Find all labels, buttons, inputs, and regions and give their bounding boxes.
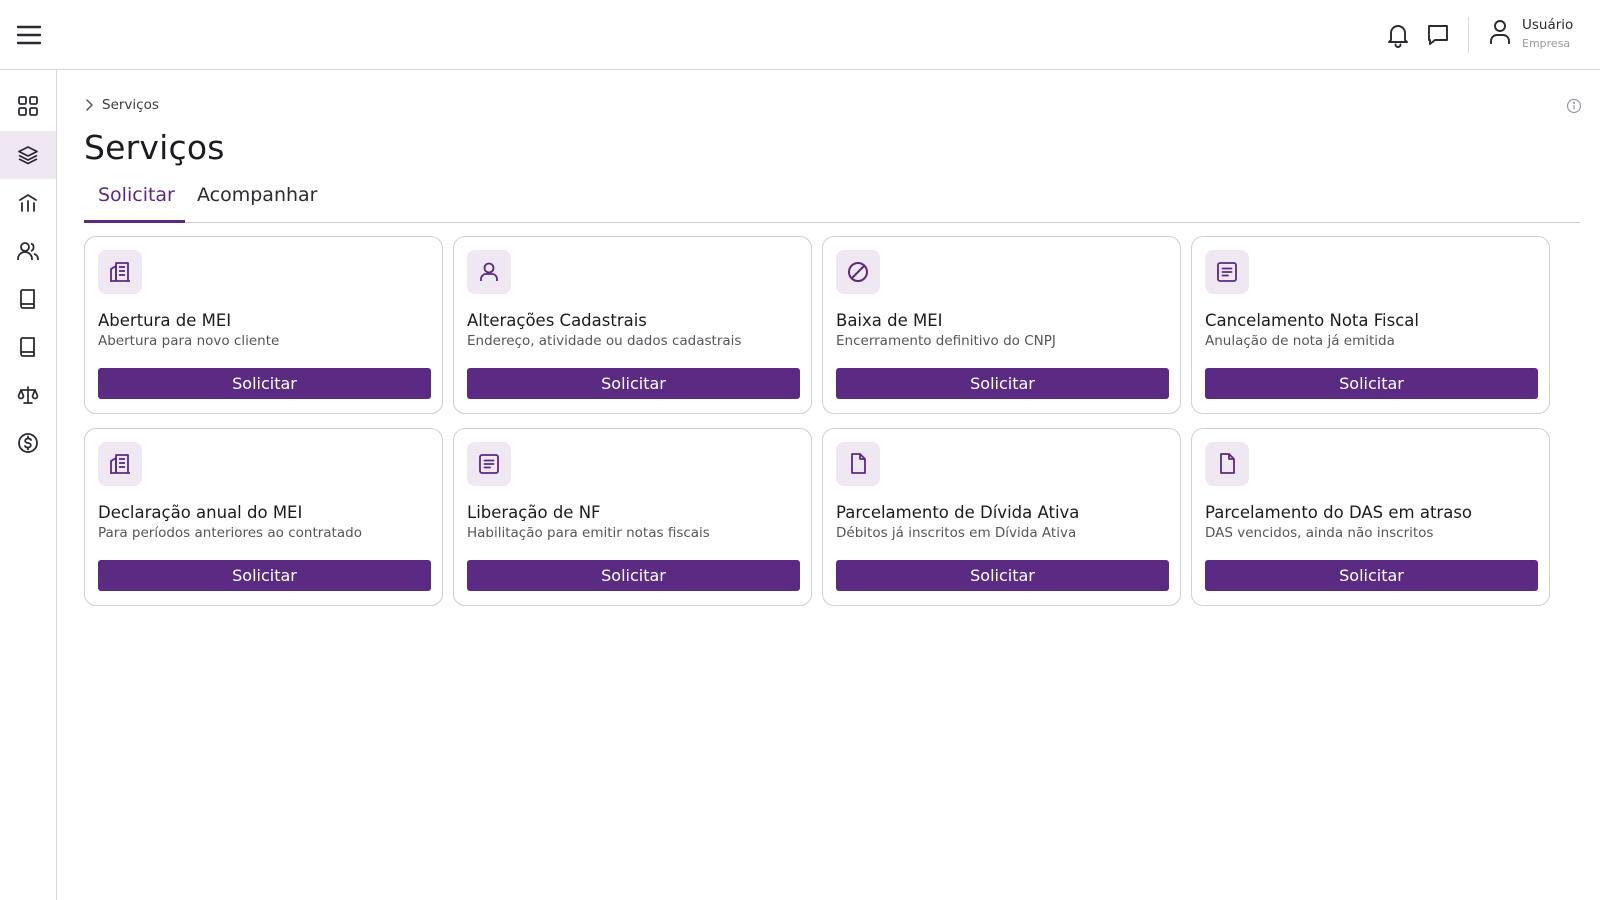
sidebar-item-company[interactable] <box>0 179 56 227</box>
service-subtitle: Para períodos anteriores ao contratado <box>98 525 362 541</box>
service-subtitle: Débitos já inscritos em Dívida Ativa <box>836 525 1077 541</box>
receipt-icon <box>467 442 511 486</box>
building-icon <box>98 250 142 294</box>
sidebar-item-book-2[interactable] <box>0 323 56 371</box>
service-card: Abertura de MEI Abertura para novo clien… <box>84 236 443 414</box>
service-title: Liberação de NF <box>467 503 601 522</box>
document-icon <box>1205 442 1249 486</box>
sidebar-item-finance[interactable] <box>0 419 56 467</box>
service-card: Parcelamento de Dívida Ativa Débitos já … <box>822 428 1181 606</box>
user-icon <box>1488 18 1512 50</box>
top-bar: Usuário Empresa <box>0 0 1600 70</box>
user-company: Empresa <box>1522 36 1571 50</box>
user-icon <box>467 250 511 294</box>
page-title: Serviços <box>84 128 225 167</box>
breadcrumb-current[interactable]: Serviços <box>102 97 159 113</box>
users-icon <box>17 242 39 260</box>
solicitar-button[interactable]: Solicitar <box>836 368 1169 399</box>
service-title: Baixa de MEI <box>836 311 943 330</box>
service-subtitle: Abertura para novo cliente <box>98 333 280 349</box>
dollar-circle-icon <box>18 433 38 453</box>
breadcrumb: Serviços <box>84 97 159 113</box>
book-icon <box>20 337 35 357</box>
service-title: Cancelamento Nota Fiscal <box>1205 311 1420 330</box>
info-icon[interactable] <box>1566 98 1582 118</box>
service-subtitle: DAS vencidos, ainda não inscritos <box>1205 525 1434 541</box>
tab-acompanhar[interactable]: Acompanhar <box>197 182 318 223</box>
receipt-icon <box>1205 250 1249 294</box>
user-menu[interactable]: Usuário Empresa <box>1488 18 1573 50</box>
bell-icon[interactable] <box>1384 21 1412 49</box>
sidebar-item-legal[interactable] <box>0 371 56 419</box>
solicitar-button[interactable]: Solicitar <box>98 368 431 399</box>
solicitar-button[interactable]: Solicitar <box>1205 560 1538 591</box>
solicitar-button[interactable]: Solicitar <box>467 560 800 591</box>
service-title: Parcelamento de Dívida Ativa <box>836 503 1080 522</box>
solicitar-button[interactable]: Solicitar <box>836 560 1169 591</box>
sidebar-item-book-1[interactable] <box>0 275 56 323</box>
service-card: Liberação de NF Habilitação para emitir … <box>453 428 812 606</box>
sidebar <box>0 70 57 900</box>
user-name: Usuário <box>1522 17 1574 34</box>
service-subtitle: Encerramento definitivo do CNPJ <box>836 333 1056 349</box>
solicitar-button[interactable]: Solicitar <box>98 560 431 591</box>
chevron-right-icon <box>86 99 93 111</box>
service-card: Declaração anual do MEI Para períodos an… <box>84 428 443 606</box>
document-icon <box>836 442 880 486</box>
solicitar-button[interactable]: Solicitar <box>467 368 800 399</box>
building-icon <box>98 442 142 486</box>
service-title: Abertura de MEI <box>98 311 232 330</box>
service-title: Declaração anual do MEI <box>98 503 303 522</box>
service-card: Alterações Cadastrais Endereço, atividad… <box>453 236 812 414</box>
solicitar-button[interactable]: Solicitar <box>1205 368 1538 399</box>
scale-icon <box>17 386 39 404</box>
sidebar-item-clients[interactable] <box>0 227 56 275</box>
tab-bar: Solicitar Acompanhar <box>84 182 1580 223</box>
service-subtitle: Anulação de nota já emitida <box>1205 333 1395 349</box>
menu-icon[interactable] <box>14 20 44 50</box>
sidebar-item-services[interactable] <box>0 131 56 179</box>
service-subtitle: Habilitação para emitir notas fiscais <box>467 525 710 541</box>
service-subtitle: Endereço, atividade ou dados cadastrais <box>467 333 742 349</box>
sidebar-item-dashboard[interactable] <box>0 82 56 130</box>
service-card: Cancelamento Nota Fiscal Anulação de not… <box>1191 236 1550 414</box>
service-card: Parcelamento do DAS em atraso DAS vencid… <box>1191 428 1550 606</box>
building-chart-icon <box>19 193 37 212</box>
service-title: Parcelamento do DAS em atraso <box>1205 503 1473 522</box>
block-icon <box>836 250 880 294</box>
tab-solicitar[interactable]: Solicitar <box>84 182 185 223</box>
layers-icon <box>18 146 38 165</box>
book-icon <box>20 289 35 309</box>
grid-icon <box>18 96 38 116</box>
service-card: Baixa de MEI Encerramento definitivo do … <box>822 236 1181 414</box>
chat-icon[interactable] <box>1424 21 1452 49</box>
service-title: Alterações Cadastrais <box>467 311 647 330</box>
header-divider <box>1468 17 1469 53</box>
